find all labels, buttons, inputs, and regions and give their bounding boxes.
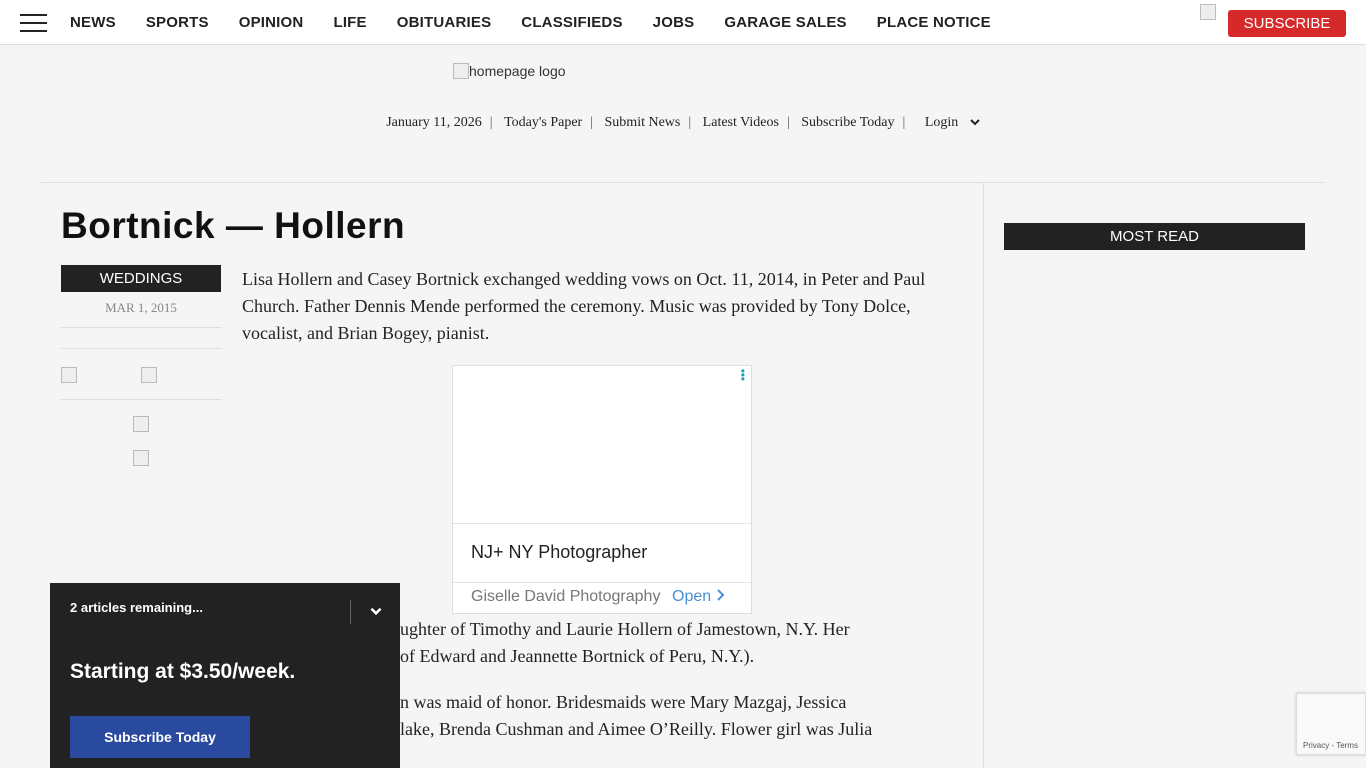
ad-advertiser: Giselle David Photography	[471, 588, 661, 605]
todays-paper-link[interactable]: Today's Paper	[504, 115, 582, 130]
recaptcha-terms[interactable]: Privacy - Terms	[1303, 741, 1358, 750]
share-email-icon[interactable]	[133, 416, 149, 432]
subscribe-today-link[interactable]: Subscribe Today	[801, 115, 894, 130]
broken-image-icon	[1200, 4, 1216, 20]
divider	[350, 600, 351, 624]
nav-garage-sales[interactable]: GARAGE SALES	[724, 14, 846, 31]
top-navigation: NEWS SPORTS OPINION LIFE OBITUARIES CLAS…	[0, 0, 1366, 45]
menu-icon[interactable]	[20, 14, 47, 32]
nav-sports[interactable]: SPORTS	[146, 14, 209, 31]
collapse-chevron-icon[interactable]	[368, 603, 384, 619]
ad-open-label: Open	[672, 588, 712, 605]
article-paragraph: n was maid of honor. Bridesmaids were Ma…	[400, 689, 960, 743]
paywall-panel: 2 articles remaining... Starting at $3.5…	[50, 583, 400, 768]
subscription-price: Starting at $3.50/week.	[70, 660, 296, 683]
share-facebook-icon[interactable]	[61, 367, 77, 383]
text-line: ughter of Timothy and Laurie Hollern of …	[400, 619, 850, 639]
article-date: MAR 1, 2015	[105, 300, 177, 315]
column-divider	[983, 183, 984, 768]
sidebar	[984, 183, 1325, 768]
ad-title: NJ+ NY Photographer	[471, 542, 648, 562]
divider	[61, 348, 221, 349]
nav-classifieds[interactable]: CLASSIFIEDS	[521, 14, 622, 31]
current-date: January 11, 2026	[386, 115, 482, 130]
article-paragraph: Lisa Hollern and Casey Bortnick exchange…	[242, 269, 926, 343]
text-line: lake, Brenda Cushman and Aimee O’Reilly.…	[400, 719, 873, 739]
homepage-logo[interactable]: homepage logo	[453, 63, 566, 79]
ad-options-icon[interactable]: • • •	[741, 365, 745, 385]
paywall-subscribe-button[interactable]: Subscribe Today	[70, 716, 250, 758]
subscribe-button[interactable]: SUBSCRIBE	[1228, 10, 1346, 37]
ad-open-button[interactable]: Open	[672, 588, 726, 606]
divider	[61, 399, 221, 400]
ad-title-box[interactable]: NJ+ NY Photographer	[453, 523, 751, 583]
nav-place-notice[interactable]: PLACE NOTICE	[877, 14, 991, 31]
nav-news[interactable]: NEWS	[70, 14, 116, 31]
recaptcha-badge[interactable]: Privacy - Terms	[1296, 693, 1366, 755]
article-title: Bortnick — Hollern	[61, 205, 406, 246]
nav-jobs[interactable]: JOBS	[653, 14, 695, 31]
divider	[61, 327, 221, 328]
login-dropdown[interactable]: Login	[917, 115, 980, 130]
submit-news-link[interactable]: Submit News	[605, 115, 681, 130]
articles-remaining: 2 articles remaining...	[70, 600, 203, 615]
most-read-header: MOST READ	[1004, 223, 1305, 250]
nav-opinion[interactable]: OPINION	[239, 14, 304, 31]
category-badge[interactable]: WEDDINGS	[61, 265, 221, 292]
broken-image-icon	[453, 63, 469, 79]
print-icon[interactable]	[133, 450, 149, 466]
text-line: of Edward and Jeannette Bortnick of Peru…	[400, 646, 755, 666]
chevron-right-icon	[716, 589, 725, 601]
article-paragraph: ughter of Timothy and Laurie Hollern of …	[400, 616, 960, 670]
advertisement[interactable]: • • • NJ+ NY Photographer Giselle David Ph…	[452, 365, 752, 614]
login-label: Login	[924, 115, 959, 130]
nav-obituaries[interactable]: OBITUARIES	[397, 14, 492, 31]
nav-menu: NEWS SPORTS OPINION LIFE OBITUARIES CLAS…	[70, 0, 1021, 45]
logo-alt-text: homepage logo	[469, 63, 566, 79]
chevron-down-icon	[970, 119, 980, 126]
share-twitter-icon[interactable]	[141, 367, 157, 383]
utility-bar: January 11, 2026 | Today's Paper | Submit …	[0, 115, 1366, 131]
latest-videos-link[interactable]: Latest Videos	[703, 115, 779, 130]
nav-life[interactable]: LIFE	[333, 14, 366, 31]
text-line: n was maid of honor. Bridesmaids were Ma…	[400, 692, 847, 712]
